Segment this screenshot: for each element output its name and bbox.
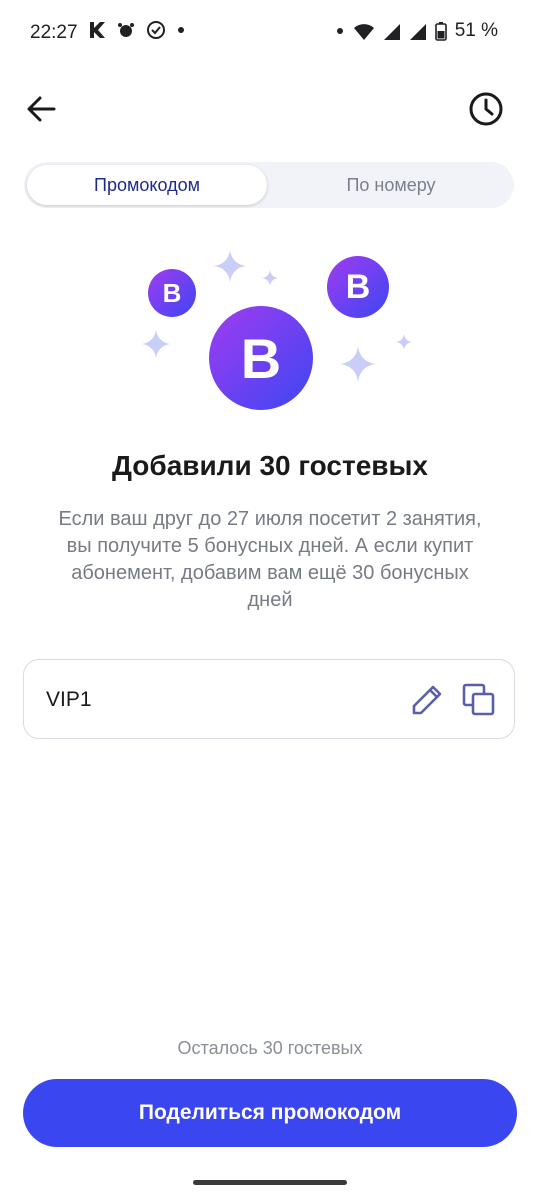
history-button[interactable] bbox=[462, 85, 510, 133]
status-bar: 22:27 51 % bbox=[0, 0, 540, 68]
sparkle-icon bbox=[340, 346, 376, 382]
android-notification-icon bbox=[118, 23, 134, 37]
wifi-icon bbox=[353, 24, 374, 40]
signal-icon bbox=[383, 24, 400, 40]
battery-icon bbox=[434, 22, 447, 41]
sparkle-icon bbox=[214, 250, 246, 282]
sparkle-icon bbox=[142, 330, 170, 358]
copy-icon bbox=[462, 683, 495, 716]
signal-icon bbox=[409, 24, 426, 40]
status-time: 22:27 bbox=[30, 22, 78, 43]
battery-percent: 51 % bbox=[454, 20, 498, 41]
promo-code-field[interactable]: VIP1 bbox=[23, 659, 515, 739]
bonus-illustration: B B B bbox=[142, 250, 412, 410]
system-icons: 51 % bbox=[335, 20, 498, 42]
coin-letter: B bbox=[241, 327, 281, 390]
coin-letter: B bbox=[346, 268, 371, 306]
tab-by-number[interactable]: По номеру bbox=[271, 165, 511, 205]
remaining-guests: Осталось 30 гостевых bbox=[177, 1038, 363, 1058]
clock-icon bbox=[469, 92, 503, 126]
notification-icons bbox=[88, 20, 186, 40]
copy-promo-button[interactable] bbox=[461, 682, 497, 718]
check-circle-icon bbox=[147, 21, 165, 39]
home-indicator[interactable] bbox=[193, 1180, 347, 1185]
back-button[interactable] bbox=[17, 85, 65, 133]
dot-icon bbox=[178, 27, 184, 33]
sparkle-icon bbox=[396, 334, 412, 350]
mode-tabs: Промокодом По номеру bbox=[24, 162, 514, 208]
pencil-icon bbox=[412, 685, 442, 715]
coin-letter: B bbox=[163, 278, 182, 308]
share-promo-button[interactable]: Поделиться промокодом bbox=[23, 1079, 517, 1147]
tab-promocode[interactable]: Промокодом bbox=[27, 165, 267, 205]
description: Если ваш друг до 27 июля посетит 2 занят… bbox=[58, 508, 482, 611]
headline: Добавили 30 гостевых bbox=[112, 450, 428, 481]
promo-code-value: VIP1 bbox=[46, 688, 92, 711]
sparkle-icon bbox=[262, 270, 278, 286]
arrow-left-icon bbox=[27, 96, 56, 122]
edit-promo-button[interactable] bbox=[409, 682, 445, 718]
k-app-icon bbox=[90, 22, 105, 38]
dot-icon bbox=[336, 28, 343, 34]
